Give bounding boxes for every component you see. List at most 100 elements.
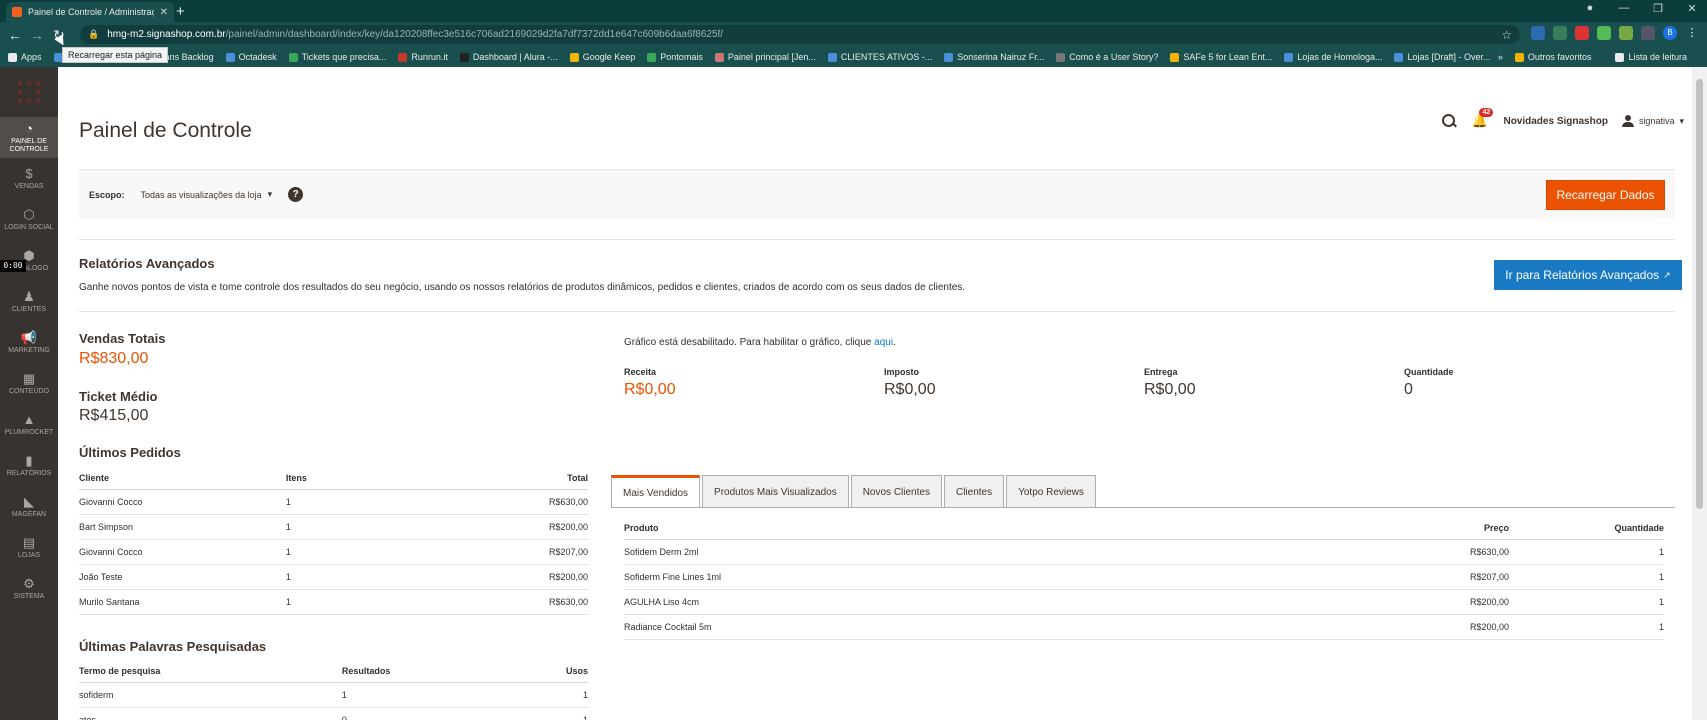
menu-kebab-icon[interactable]: ⋮ [1685, 26, 1699, 40]
magento-logo[interactable] [0, 67, 58, 117]
user-menu[interactable]: signativa ▾ [1621, 115, 1684, 127]
divider [79, 311, 1675, 312]
sidebar-item-login-social[interactable]: ⬡ LOGIN SOCIAL [0, 199, 58, 240]
puzzle-icon[interactable] [1641, 26, 1655, 40]
extension-icon[interactable] [1619, 26, 1633, 40]
table-row[interactable]: Murilo Santana 1 R$630,00 [79, 589, 588, 615]
extension-icon[interactable] [1553, 26, 1567, 40]
dollar-icon: $ [25, 165, 33, 181]
bookmark-favicon-icon [459, 52, 469, 62]
profile-avatar-icon[interactable]: B [1663, 26, 1677, 40]
bookmark-item[interactable]: Painel principal [Jen... [714, 52, 816, 62]
bookmark-item[interactable]: Lojas de Homologa... [1284, 52, 1382, 62]
help-icon[interactable]: ? [288, 187, 304, 202]
bookmark-item[interactable]: Pontomais [647, 52, 703, 62]
bookmarks-more-button[interactable]: » [1498, 52, 1503, 62]
scrollbar-thumb[interactable] [1696, 79, 1703, 509]
new-tab-button[interactable]: + [176, 3, 185, 20]
sidebar-item-lojas[interactable]: ▤ LOJAS [0, 527, 58, 568]
back-icon[interactable]: ← [6, 26, 24, 44]
extension-icon[interactable] [1575, 26, 1589, 40]
tab-yotpo-reviews[interactable]: Yotpo Reviews [1006, 475, 1096, 508]
sidebar-item-painel-de-controle[interactable]: ◔ PAINEL DE CONTROLE [0, 117, 58, 158]
tab-mais-vendidos[interactable]: Mais Vendidos [611, 475, 701, 508]
restore-icon[interactable]: ❐ [1649, 2, 1667, 15]
search-icon[interactable] [1441, 113, 1457, 129]
table-row[interactable]: João Teste 1 R$200,00 [79, 564, 588, 590]
bookmark-star-icon[interactable]: ☆ [1501, 28, 1512, 42]
sidebar-item-relat-rios[interactable]: ▮ RELATÓRIOS [0, 445, 58, 486]
reading-list-label: Lista de leitura [1628, 52, 1687, 62]
table-row[interactable]: Giovanni Cocco 1 R$630,00 [79, 489, 588, 515]
column-header: Resultados [341, 660, 517, 683]
table-row[interactable]: Sofidem Derm 2ml R$630,00 1 [624, 539, 1664, 565]
table-row[interactable]: Giovanni Cocco 1 R$207,00 [79, 539, 588, 565]
bookmark-item[interactable]: Apps [8, 52, 42, 62]
reading-list-icon [1615, 52, 1625, 62]
bookmark-label: Runrun.it [411, 52, 448, 62]
lock-icon[interactable]: 🔒 [88, 29, 99, 40]
extension-icon[interactable] [1597, 26, 1611, 40]
other-favorites-folder[interactable]: Outros favoritos [1514, 52, 1591, 62]
bookmark-favicon-icon [827, 52, 837, 62]
extension-icon[interactable] [1531, 26, 1545, 40]
table-row[interactable]: Radiance Cocktail 5m R$200,00 1 [624, 614, 1664, 640]
table-row[interactable]: ates 0 1 [79, 707, 588, 720]
bookmark-item[interactable]: SAFe 5 for Lean Ent... [1170, 52, 1272, 62]
close-tab-icon[interactable]: ✕ [160, 7, 168, 18]
novidades-link[interactable]: Novidades Signashop [1503, 116, 1607, 127]
enable-chart-link[interactable]: aqui [874, 337, 893, 348]
sidebar-item-label: PAINEL DE CONTROLE [9, 137, 49, 153]
advanced-reports-button-label: Ir para Relatórios Avançados [1505, 268, 1660, 282]
notifications-bell-icon[interactable]: 🔔 42 [1471, 108, 1494, 129]
tab-novos-clientes[interactable]: Novos Clientes [850, 475, 942, 508]
minimize-icon[interactable]: — [1615, 2, 1633, 15]
tab-clientes[interactable]: Clientes [943, 475, 1005, 508]
close-window-icon[interactable]: ✕ [1683, 2, 1701, 15]
sidebar-item-conte-do[interactable]: ▦ CONTEÚDO [0, 363, 58, 404]
sidebar-item-clientes[interactable]: ♟ CLIENTES [0, 281, 58, 322]
scope-switcher[interactable]: Todas as visualizações da loja ▾ [141, 189, 273, 200]
profile-dot-icon[interactable]: ● [1581, 2, 1599, 15]
bookmark-favicon-icon [1170, 52, 1180, 62]
bookmark-item[interactable]: Runrun.it [398, 52, 448, 62]
sidebar-item-magefan[interactable]: ◣ MAGEFAN [0, 486, 58, 527]
last-searches-table: Termo de pesquisa Resultados Usos sofide… [79, 660, 588, 720]
bookmark-item[interactable]: Como é a User Story? [1056, 52, 1158, 62]
total-label: Imposto [884, 367, 919, 377]
bookmark-item[interactable]: CLIENTES ATIVOS -... [827, 52, 932, 62]
forward-icon[interactable]: → [28, 26, 46, 44]
bookmark-label: Dashboard | Alura -... [472, 52, 558, 62]
bookmark-item[interactable]: Sonserina Nairuz Fr... [944, 52, 1044, 62]
page-scrollbar[interactable] [1692, 67, 1707, 720]
reading-list-button[interactable]: Lista de leitura [1615, 52, 1687, 62]
bookmark-item[interactable]: Google Keep [569, 52, 635, 62]
sidebar-item-vendas[interactable]: $ VENDAS [0, 158, 58, 199]
bookmark-item[interactable]: Octadesk [225, 52, 277, 62]
column-header: Usos [516, 660, 588, 683]
tab-produtos-mais-visualizados[interactable]: Produtos Mais Visualizados [702, 475, 849, 508]
column-header: Termo de pesquisa [79, 660, 342, 683]
bookmark-item[interactable]: Tickets que precisa... [288, 52, 386, 62]
bookmark-favicon-icon [398, 52, 408, 62]
table-cell: João Teste [79, 564, 286, 590]
bookmark-item[interactable]: Lojas [Draft] - Over... [1394, 52, 1491, 62]
advanced-reports-button[interactable]: Ir para Relatórios Avançados ↗ [1494, 260, 1682, 290]
sidebar-item-marketing[interactable]: 📢 MARKETING [0, 322, 58, 363]
main-content: Painel de Controle 🔔 42 Novidades Signash… [58, 67, 1692, 720]
table-row[interactable]: Sofiderm Fine Lines 1ml R$207,00 1 [624, 564, 1664, 590]
table-row[interactable]: Bart Simpson 1 R$200,00 [79, 514, 588, 540]
sidebar-item-label: PLUMROCKET [4, 428, 54, 436]
product-tabs: Mais Vendidos Produtos Mais Visualizados N… [611, 475, 1096, 508]
address-bar[interactable]: 🔒 hmg-m2.signashop.com.br/painel/admin/d… [80, 25, 1520, 44]
sidebar-item-plumrocket[interactable]: ▲ PLUMROCKET [0, 404, 58, 445]
bookmark-item[interactable]: Dashboard | Alura -... [459, 52, 558, 62]
reload-data-button[interactable]: Recarregar Dados [1546, 180, 1665, 210]
sidebar-item-sistema[interactable]: ⚙ SISTEMA [0, 568, 58, 609]
external-link-icon: ↗ [1663, 269, 1671, 280]
table-row[interactable]: sofiderm 1 1 [79, 682, 588, 708]
caret-down-icon: ▾ [267, 189, 273, 199]
table-row[interactable]: AGULHA Liso 4cm R$200,00 1 [624, 589, 1664, 615]
browser-tab[interactable]: Painel de Controle / Administraç ✕ [6, 2, 174, 22]
table-cell: R$630,00 [460, 489, 588, 515]
